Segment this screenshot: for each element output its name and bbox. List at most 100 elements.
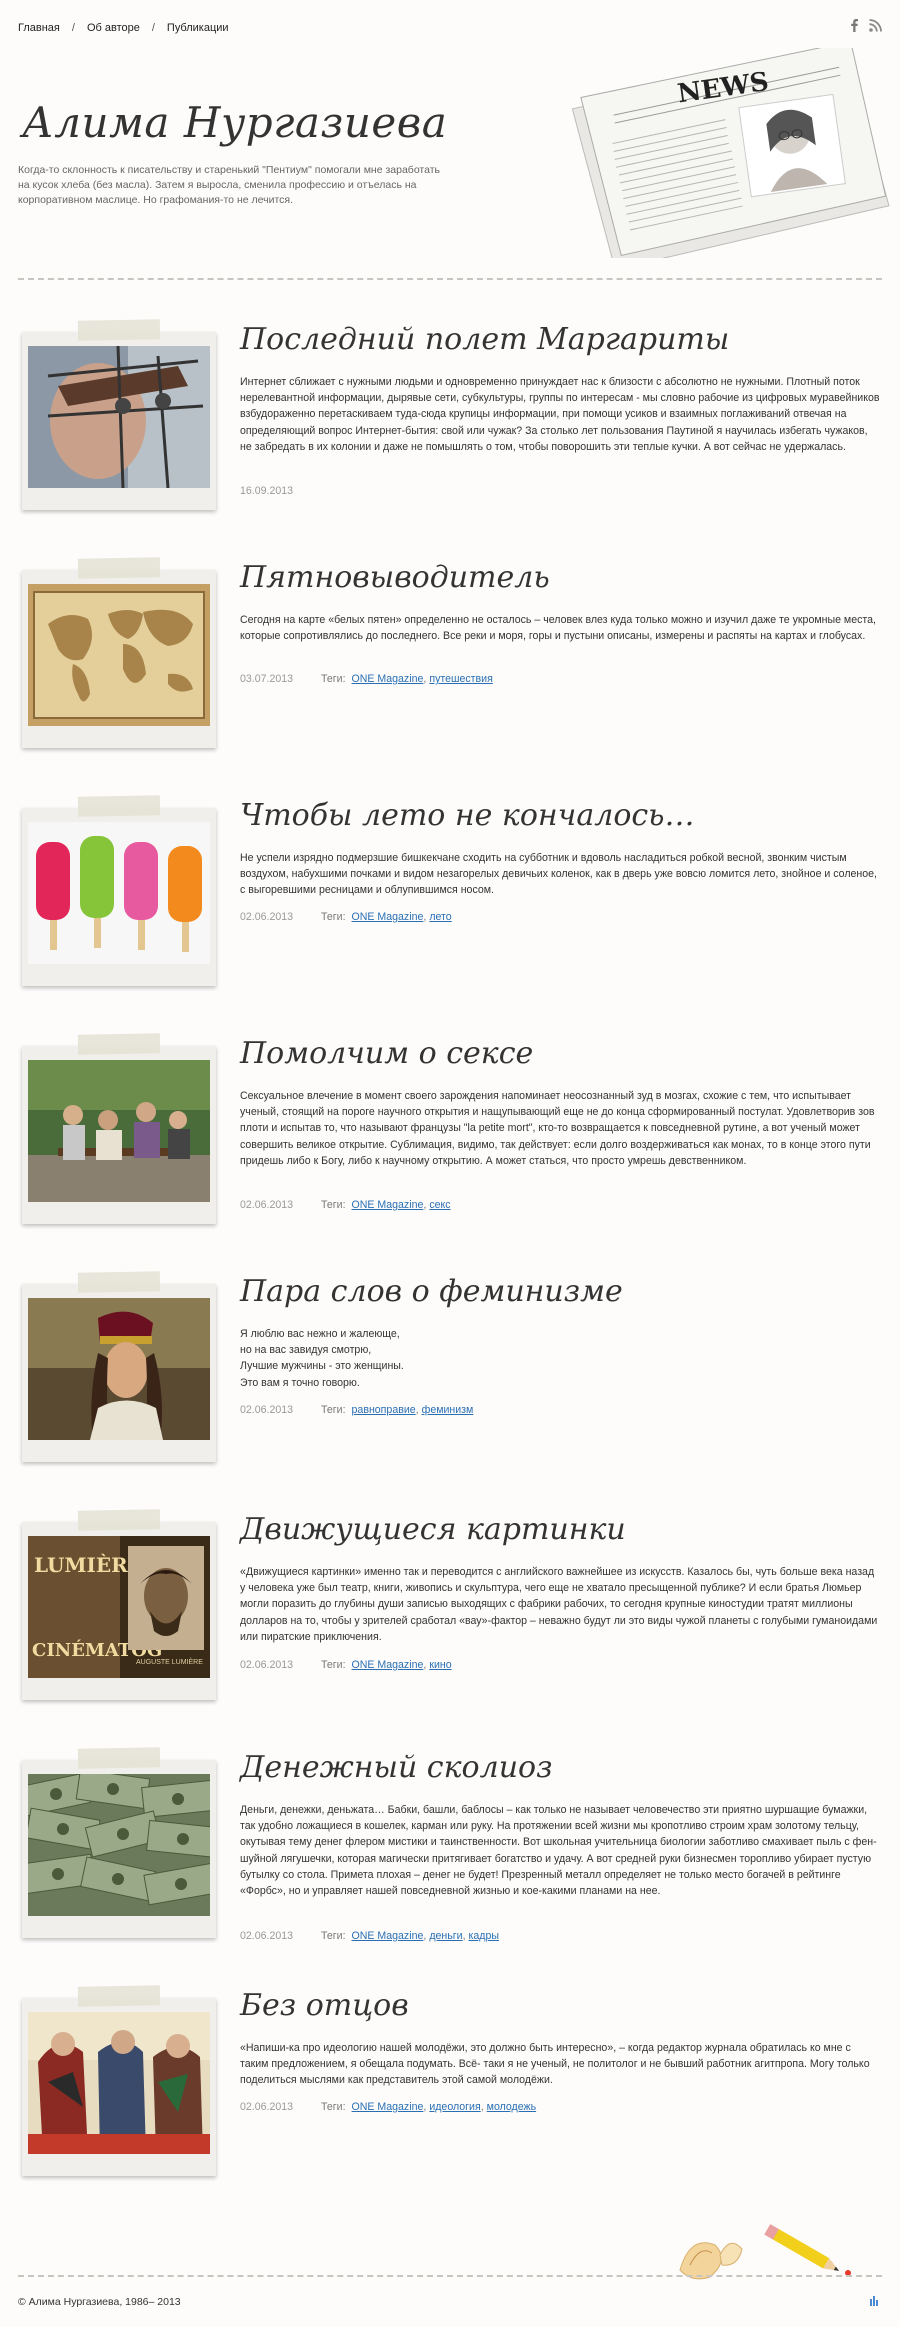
photo-image: LUMIÈRES CINÉMATOG AUGUSTE LUMIÈRE (28, 1536, 210, 1678)
tag-link[interactable]: секс (429, 1199, 450, 1211)
tag-link[interactable]: ONE Magazine (352, 1199, 424, 1211)
tags-label: Теги: (321, 1930, 346, 1942)
tags-label: Теги: (321, 2101, 346, 2113)
post-title[interactable]: Помолчим о сексе (240, 1036, 533, 1071)
tape-decoration (77, 1509, 161, 1531)
post-meta: 02.06.2013 Теги: ONE Magazine, идеология… (240, 2101, 537, 2113)
post-thumbnail[interactable] (22, 1271, 216, 1462)
photo-image (28, 1060, 210, 1202)
rss-icon[interactable] (869, 18, 882, 34)
tag-link[interactable]: молодежь (487, 2101, 536, 2113)
post-date: 02.06.2013 (240, 1930, 294, 1942)
post-date: 03.07.2013 (240, 673, 294, 685)
nav-publications[interactable]: Публикации (167, 22, 229, 34)
post-thumbnail[interactable] (22, 1747, 216, 1938)
poster-text: AUGUSTE LUMIÈRE (136, 1657, 203, 1666)
photo-image (28, 2012, 210, 2154)
footer-divider (18, 2275, 882, 2277)
header-divider (18, 278, 882, 280)
nav-separator: / (151, 22, 155, 34)
post-title[interactable]: Последний полет Маргариты (240, 322, 729, 357)
post-date: 02.06.2013 (240, 911, 294, 923)
tape-decoration (77, 1033, 161, 1055)
poem-line: Лучшие мужчины - это женщины. (240, 1360, 404, 1373)
post-thumbnail[interactable] (22, 1985, 216, 2176)
post-date: 02.06.2013 (240, 1659, 294, 1671)
post-meta: 02.06.2013 Теги: ONE Magazine, кино (240, 1659, 452, 1671)
tag-link[interactable]: путешествия (429, 673, 492, 685)
post-item: Последний полет Маргариты Интернет сближ… (18, 319, 882, 522)
social-links (849, 18, 882, 34)
nav-home[interactable]: Главная (18, 22, 60, 34)
post-thumbnail[interactable] (22, 795, 216, 986)
post-thumbnail[interactable] (22, 1033, 216, 1224)
tape-decoration (77, 1985, 161, 2007)
tags-label: Теги: (321, 911, 346, 923)
site-title[interactable]: Алима Нургазиева (22, 98, 447, 147)
post-item: Помолчим о сексе Сексуальное влечение в … (18, 1033, 882, 1246)
post-item: Пятновыводитель Сегодня на карте «белых … (18, 557, 882, 760)
post-title[interactable]: Пятновыводитель (240, 560, 550, 595)
post-title[interactable]: Движущиеся картинки (240, 1512, 626, 1547)
copyright-text: © Алима Нургазиева, 1986– 2013 (18, 2296, 181, 2308)
post-excerpt: «Напиши-ка про идеологию нашей молодёжи,… (240, 2042, 870, 2087)
post-title[interactable]: Без отцов (240, 1988, 409, 2023)
photo-image (28, 346, 210, 488)
liveinternet-counter-icon[interactable] (870, 2296, 880, 2306)
post-item: Без отцов «Напиши-ка про идеологию нашей… (18, 1985, 882, 2198)
nav-separator: / (71, 22, 75, 34)
tag-link[interactable]: кадры (469, 1930, 499, 1942)
tape-decoration (77, 795, 161, 817)
tape-decoration (77, 1271, 161, 1293)
post-excerpt: «Движущиеся картинки» именно так и перев… (240, 1566, 878, 1643)
post-thumbnail[interactable] (22, 557, 216, 748)
post-title[interactable]: Чтобы лето не кончалось… (240, 798, 695, 833)
tag-link[interactable]: ONE Magazine (352, 1930, 424, 1942)
post-excerpt: Интернет сближает с нужными людьми и одн… (240, 376, 880, 453)
photo-image (28, 1298, 210, 1440)
tags-label: Теги: (321, 673, 346, 685)
tags-label: Теги: (321, 1659, 346, 1671)
post-meta: 16.09.2013 (240, 485, 293, 497)
post-excerpt: Сегодня на карте «белых пятен» определен… (240, 614, 876, 643)
facebook-icon[interactable] (849, 18, 859, 34)
tag-link[interactable]: феминизм (422, 1404, 474, 1416)
tape-decoration (77, 557, 161, 579)
post-date: 16.09.2013 (240, 485, 294, 497)
post-thumbnail[interactable] (22, 319, 216, 510)
nav-about[interactable]: Об авторе (87, 22, 140, 34)
photo-image (28, 822, 210, 964)
tag-link[interactable]: ONE Magazine (352, 673, 424, 685)
post-poem: Я люблю вас нежно и жалеюще, но на вас з… (240, 1326, 880, 1391)
post-excerpt: Сексуальное влечение в момент своего зар… (240, 1090, 875, 1167)
tape-decoration (77, 1747, 161, 1769)
post-meta: 03.07.2013 Теги: ONE Magazine, путешеств… (240, 673, 493, 685)
photo-image (28, 584, 210, 726)
post-item: Чтобы лето не кончалось… Не успели изряд… (18, 795, 882, 998)
tag-link[interactable]: идеология (429, 2101, 480, 2113)
poem-line: но на вас завидуя смотрю, (240, 1344, 372, 1357)
tag-link[interactable]: кино (429, 1659, 451, 1671)
post-title[interactable]: Пара слов о феминизме (240, 1274, 623, 1309)
post-meta: 02.06.2013 Теги: ONE Magazine, секс (240, 1199, 451, 1211)
post-excerpt: Не успели изрядно подмерзшие бишкекчане … (240, 852, 877, 897)
tags-label: Теги: (321, 1404, 346, 1416)
poem-line: Это вам я точно говорю. (240, 1376, 360, 1389)
tag-link[interactable]: ONE Magazine (352, 1659, 424, 1671)
newspaper-illustration: NEWS (560, 40, 890, 271)
post-title[interactable]: Денежный сколиоз (240, 1750, 552, 1785)
post-meta: 02.06.2013 Теги: ONE Magazine, лето (240, 911, 452, 923)
page: Главная / Об авторе / Публикации Алима Н… (0, 0, 900, 2327)
post-meta: 02.06.2013 Теги: ONE Magazine, деньги, к… (240, 1930, 499, 1942)
tag-link[interactable]: ONE Magazine (352, 911, 424, 923)
post-meta: 02.06.2013 Теги: равноправие, феминизм (240, 1404, 474, 1416)
tag-link[interactable]: лето (429, 911, 451, 923)
post-excerpt: Деньги, денежки, деньжата… Бабки, башли,… (240, 1804, 877, 1898)
tag-link[interactable]: равноправие (352, 1404, 416, 1416)
tag-link[interactable]: деньги (429, 1930, 462, 1942)
tag-link[interactable]: ONE Magazine (352, 2101, 424, 2113)
post-item: LUMIÈRES CINÉMATOG AUGUSTE LUMIÈRE Движу… (18, 1509, 882, 1722)
post-thumbnail[interactable]: LUMIÈRES CINÉMATOG AUGUSTE LUMIÈRE (22, 1509, 216, 1700)
post-item: Денежный сколиоз Деньги, денежки, деньжа… (18, 1747, 882, 1960)
post-date: 02.06.2013 (240, 2101, 294, 2113)
